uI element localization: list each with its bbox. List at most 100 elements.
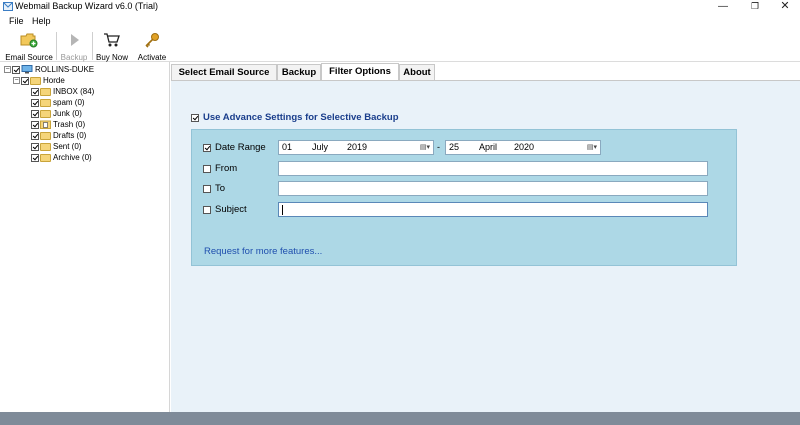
account-checkbox[interactable] [21,76,29,85]
close-button[interactable]: ✕ [770,0,800,14]
play-icon [71,34,79,46]
folder-icon [40,109,51,118]
backup-label: Backup [60,53,88,62]
root-label: ROLLINS-DUKE [35,65,95,74]
date-to-day: 25 [449,142,460,152]
folder-checkbox[interactable] [31,153,39,162]
tree-root[interactable]: − ROLLINS-DUKE [4,64,94,75]
filter-options-panel: Use Advance Settings for Selective Backu… [171,80,800,412]
text-cursor [282,204,283,215]
date-range-checkbox[interactable] [203,143,211,152]
buy-now-button[interactable]: Buy Now [94,30,130,62]
tree-folder[interactable]: Archive (0) [31,152,92,163]
window-title: Webmail Backup Wizard v6.0 (Trial) [15,1,159,11]
tree-folder[interactable]: spam (0) [31,97,85,108]
calendar-dropdown-icon[interactable]: ▤▾ [418,142,432,153]
calendar-dropdown-icon[interactable]: ▤▾ [585,142,599,153]
account-label: Horde [43,76,65,85]
activate-button[interactable]: Activate [134,30,170,62]
advance-settings-option[interactable]: Use Advance Settings for Selective Backu… [191,112,399,123]
to-label: To [215,183,226,194]
date-from-year: 2019 [347,142,368,152]
minimize-button[interactable]: — [708,0,738,14]
folder-icon [40,142,51,151]
collapse-icon[interactable]: − [4,66,11,73]
toolbar-divider [56,32,57,60]
tab-filter-options[interactable]: Filter Options [321,63,399,80]
folder-checkbox[interactable] [31,109,39,118]
activate-label: Activate [137,53,167,62]
folder-icon [40,98,51,107]
folder-label: INBOX (84) [53,87,95,96]
from-label: From [215,163,238,174]
from-input[interactable] [278,161,708,176]
folder-checkbox[interactable] [31,87,39,96]
folder-icon [40,87,51,96]
folder-icon [40,153,51,162]
date-from-month: July [312,142,329,152]
date-from-picker[interactable]: 01 July 2019 ▤▾ [278,140,434,155]
folder-label: Drafts (0) [53,131,87,140]
folder-add-icon [20,33,38,48]
title-bar: Webmail Backup Wizard v6.0 (Trial) — ❐ ✕ [0,0,800,14]
tab-about[interactable]: About [399,64,435,80]
from-option[interactable]: From [203,163,237,174]
root-checkbox[interactable] [12,65,20,74]
subject-option[interactable]: Subject [203,204,247,215]
folder-checkbox[interactable] [31,142,39,151]
tab-backup[interactable]: Backup [277,64,321,80]
date-range-label: Date Range [215,142,266,153]
collapse-icon[interactable]: − [13,77,20,84]
to-checkbox[interactable] [203,184,211,193]
to-option[interactable]: To [203,183,225,194]
request-features-link[interactable]: Request for more features... [204,246,322,257]
buy-now-label: Buy Now [95,53,128,62]
tree-folder[interactable]: Junk (0) [31,108,82,119]
folder-checkbox[interactable] [31,98,39,107]
folder-tree: − ROLLINS-DUKE − Horde INBOX (84) spam (… [0,62,170,412]
tree-folder[interactable]: Drafts (0) [31,130,86,141]
email-source-button[interactable]: Email Source [4,30,54,62]
date-range-option[interactable]: Date Range [203,142,266,153]
tree-account[interactable]: − Horde [13,75,65,86]
folder-label: spam (0) [53,98,85,107]
advance-settings-label: Use Advance Settings for Selective Backu… [203,112,399,123]
menu-file[interactable]: File [9,16,24,26]
date-to-year: 2020 [514,142,535,152]
subject-checkbox[interactable] [203,205,211,214]
subject-input[interactable] [278,202,708,217]
app-mail-icon [3,2,13,11]
folder-label: Trash (0) [53,120,86,129]
date-range-separator: - [437,142,440,152]
backup-button[interactable]: Backup [58,30,90,62]
menu-help[interactable]: Help [32,16,51,26]
to-input[interactable] [278,181,708,196]
folder-label: Junk (0) [53,109,82,118]
shopping-cart-icon [104,33,120,47]
from-checkbox[interactable] [203,164,211,173]
folder-checkbox[interactable] [31,120,39,129]
filter-settings-box: Date Range 01 July 2019 ▤▾ - 25 April 2020 ▤… [191,129,737,266]
key-icon [145,33,159,48]
folder-checkbox[interactable] [31,131,39,140]
toolbar-divider [92,32,93,60]
folder-icon [40,131,51,140]
date-from-day: 01 [282,142,293,152]
toolbar: Email Source Backup Buy Now Activate [0,29,800,62]
status-bar [0,412,800,425]
subject-label: Subject [215,204,247,215]
tree-folder[interactable]: Trash (0) [31,119,85,130]
folder-label: Sent (0) [53,142,82,151]
date-to-month: April [479,142,498,152]
tab-select-email-source[interactable]: Select Email Source [171,64,277,80]
maximize-button[interactable]: ❐ [740,0,770,14]
folder-label: Archive (0) [53,153,92,162]
folder-icon [30,76,41,85]
tree-folder[interactable]: Sent (0) [31,141,81,152]
computer-icon [21,65,33,74]
tree-folder[interactable]: INBOX (84) [31,86,94,97]
menu-bar: File Help [0,15,800,28]
trash-folder-icon [40,120,51,129]
date-to-picker[interactable]: 25 April 2020 ▤▾ [445,140,601,155]
advance-settings-checkbox[interactable] [191,113,199,122]
